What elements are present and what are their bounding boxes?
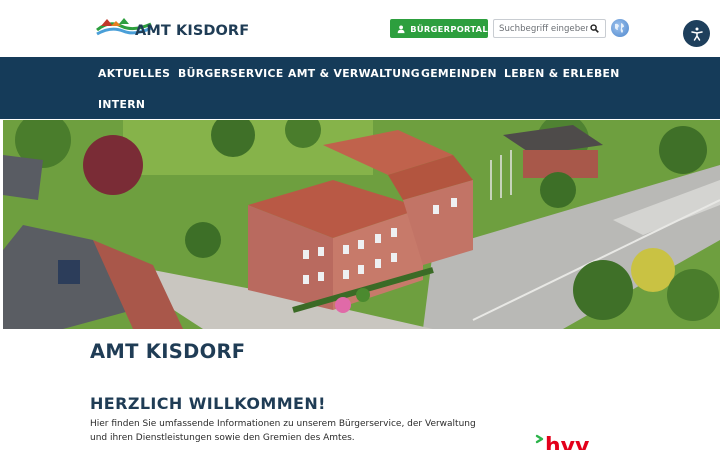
globe-continents-graphic — [615, 23, 624, 33]
search-box — [493, 19, 606, 38]
user-icon — [397, 24, 405, 33]
hvv-logo-wordmark: hvv — [545, 434, 590, 450]
search-icon[interactable] — [590, 24, 599, 33]
page-title: AMT KISDORF — [90, 340, 246, 363]
logo-text: AMT KISDORF — [135, 23, 250, 39]
accessibility-figure-graphic — [690, 27, 703, 41]
site-logo[interactable]: AMT KISDORF — [95, 14, 249, 44]
welcome-text: Hier finden Sie umfassende Informationen… — [90, 419, 476, 443]
hero-aerial-photo — [3, 120, 720, 329]
globe-icon[interactable] — [611, 19, 629, 37]
nav-item-intern[interactable]: INTERN — [98, 98, 145, 111]
welcome-heading: HERZLICH WILLKOMMEN! — [90, 394, 326, 413]
buergerportal-button[interactable]: BÜRGERPORTAL — [390, 19, 488, 38]
hero-photo-illustration — [3, 120, 720, 329]
nav-item-buergerservice[interactable]: BÜRGERSERVICE — [178, 67, 284, 80]
page: AMT KISDORF BÜRGERPORTAL Suchbegriff ein… — [0, 0, 720, 450]
main-navigation: AKTUELLES BÜRGERSERVICE AMT & VERWALTUNG… — [0, 57, 720, 119]
nav-item-gemeinden[interactable]: GEMEINDEN — [421, 67, 497, 80]
search-input[interactable] — [494, 20, 588, 37]
nav-item-leben-erleben[interactable]: LEBEN & ERLEBEN — [504, 67, 620, 80]
accessibility-icon[interactable] — [683, 20, 710, 47]
nav-item-aktuelles[interactable]: AKTUELLES — [98, 67, 170, 80]
nav-item-amt-verwaltung[interactable]: AMT & VERWALTUNG — [288, 67, 420, 80]
site-header: AMT KISDORF BÜRGERPORTAL — [0, 0, 720, 57]
buergerportal-button-label: BÜRGERPORTAL — [410, 23, 488, 34]
hvv-partner-logo[interactable]: hvv — [535, 432, 605, 450]
